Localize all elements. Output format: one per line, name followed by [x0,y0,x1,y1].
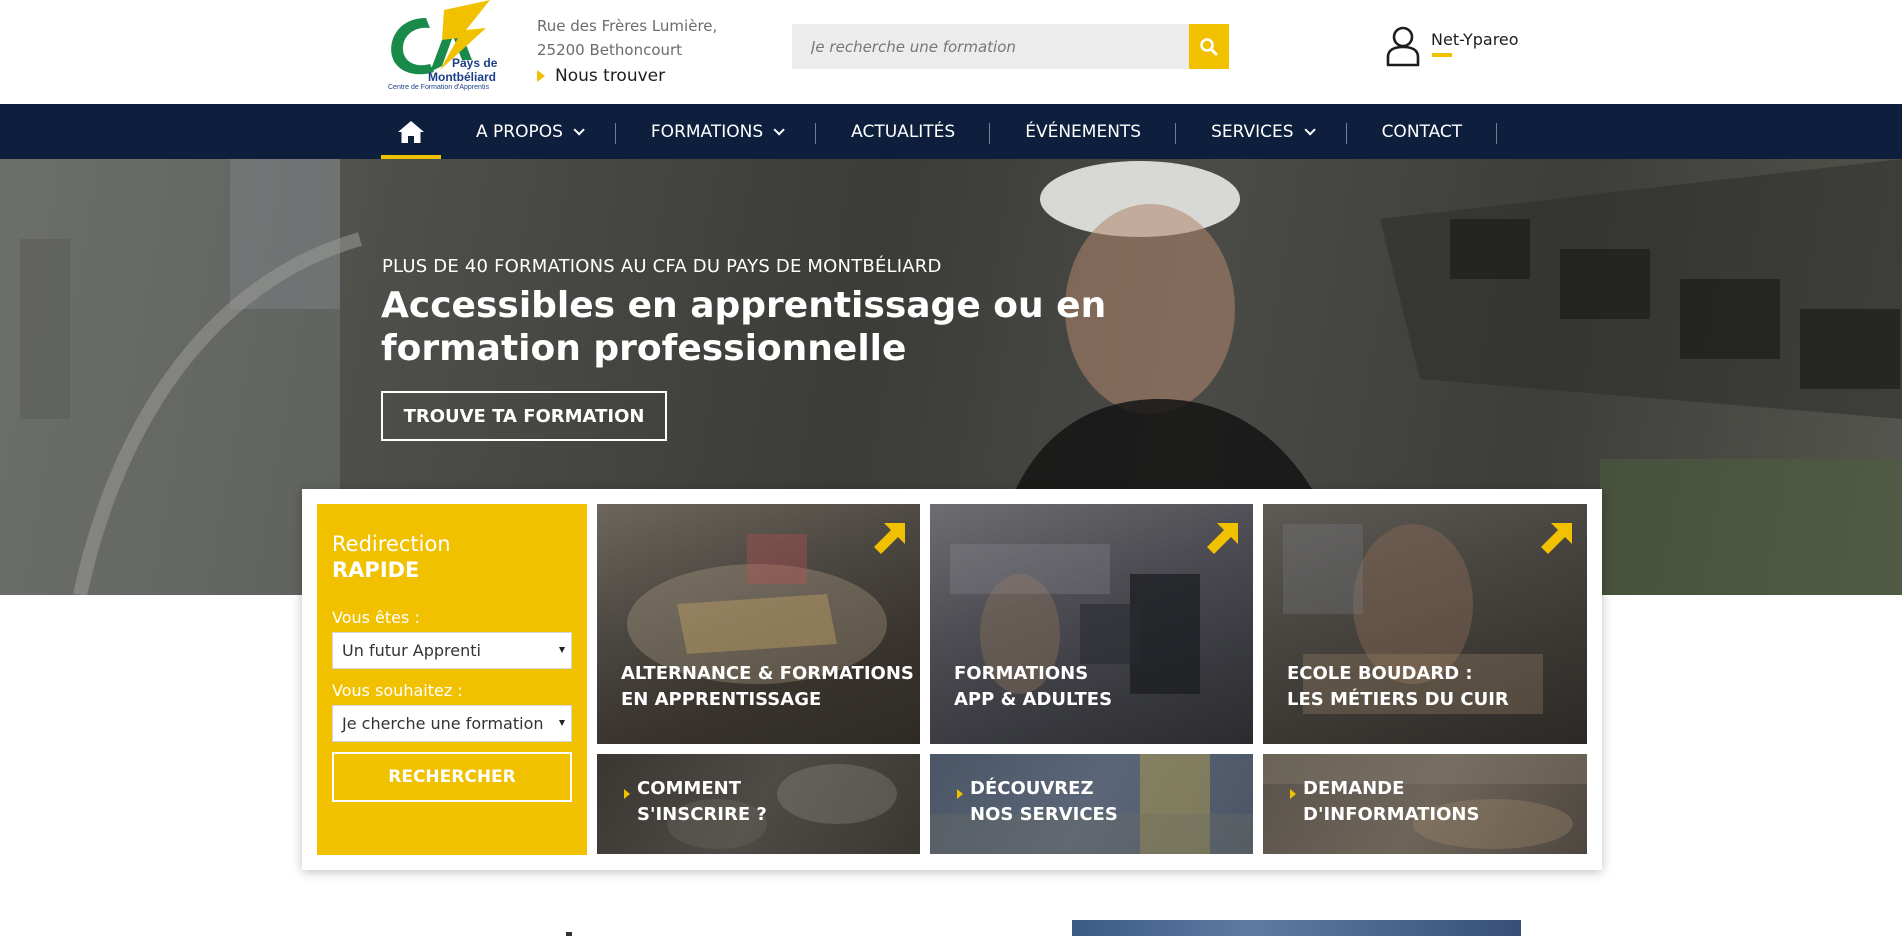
wish-label: Vous souhaitez : [332,681,463,700]
nav-item-evenements[interactable]: ÉVÉNEMENTS [990,104,1176,159]
tile-formations-line-1: FORMATIONS [954,663,1089,684]
hero-title: Accessibles en apprentissage ou en forma… [381,285,1107,369]
arrow-up-right-icon [874,523,905,554]
nav-label-services: SERVICES [1211,121,1294,142]
search-bar [792,24,1229,69]
cfa-logo[interactable]: Pays de Montbéliard Centre de Formation … [386,0,506,96]
magnifier-icon [1200,37,1218,55]
tile-demande-informations-line-1: DEMANDE [1303,778,1405,799]
nav-label-formations: FORMATIONS [650,121,764,142]
address: Rue des Frères Lumière, 25200 Bethoncour… [537,14,717,62]
nav-label-evenements: ÉVÉNEMENTS [1025,121,1142,142]
select-caret-icon [559,647,565,653]
home-icon [398,120,424,143]
nav-item-contact[interactable]: CONTACT [1347,104,1498,159]
user-icon [1386,26,1420,67]
tile-alternance[interactable]: ALTERNANCE & FORMATIONS EN APPRENTISSAGE [597,504,920,744]
tile-demande-informations-line-2: D'INFORMATIONS [1303,804,1480,825]
profile-select[interactable]: Un futur Apprenti [332,632,572,669]
chevron-down-icon [1304,123,1316,136]
tile-alternance-line-1: ALTERNANCE & FORMATIONS [621,663,914,684]
wish-select-value: Je cherche une formation [342,714,544,733]
logo-text-montbeliard: Montbéliard [428,70,496,84]
play-arrow-icon [537,70,545,82]
arrow-up-right-icon [1207,523,1238,554]
chevron-down-icon [573,123,585,136]
net-ypareo-label: Net-Ypareo [1431,25,1519,57]
tile-ecole-boudard[interactable]: ECOLE BOUDARD : LES MÉTIERS DU CUIR [1263,504,1587,744]
tile-comment-sinscrire-line-2: S'INSCRIRE ? [637,804,767,825]
logo-text-pays: Pays de [452,56,498,70]
chevron-down-icon [773,123,785,136]
play-arrow-icon [624,789,630,799]
tile-ecole-boudard-line-1: ECOLE BOUDARD : [1287,663,1473,684]
tile-alternance-line-2: EN APPRENTISSAGE [621,689,822,710]
tile-decouvrez-services-line-2: NOS SERVICES [970,804,1118,825]
play-arrow-icon [957,789,963,799]
nav-item-formations[interactable]: FORMATIONS [616,104,817,159]
redirect-title: Redirection [332,532,451,556]
main-nav: A PROPOS FORMATIONS ACTUALITÉS ÉVÉNEMENT… [0,104,1902,159]
redirect-subtitle: RAPIDE [332,558,420,582]
nav-home[interactable] [381,104,441,159]
find-us-link[interactable]: Nous trouver [537,66,665,86]
find-us-label: Nous trouver [555,66,666,86]
nav-item-services[interactable]: SERVICES [1176,104,1348,159]
net-ypareo-link[interactable]: Net-Ypareo [1385,25,1519,67]
wish-select[interactable]: Je cherche une formation [332,705,572,742]
tile-ecole-boudard-line-2: LES MÉTIERS DU CUIR [1287,689,1509,710]
search-input[interactable] [792,24,1189,69]
tile-decouvrez-services[interactable]: DÉCOUVREZ NOS SERVICES [930,754,1253,854]
search-button[interactable] [1189,24,1229,69]
quick-access-panel: Redirection RAPIDE Vous êtes : Un futur … [302,489,1602,870]
logo-tagline: Centre de Formation d'Apprentis [388,84,489,91]
address-line-1: Rue des Frères Lumière, [537,17,718,35]
tile-comment-sinscrire-line-1: COMMENT [637,778,741,799]
profile-label: Vous êtes : [332,608,420,627]
tile-demande-informations[interactable]: DEMANDE D'INFORMATIONS [1263,754,1587,854]
site-header: Pays de Montbéliard Centre de Formation … [0,0,1902,104]
hero-kicker: PLUS DE 40 FORMATIONS AU CFA DU PAYS DE … [382,256,942,277]
rechercher-button[interactable]: RECHERCHER [332,752,572,802]
find-training-button[interactable]: TROUVE TA FORMATION [381,391,667,441]
nav-item-a-propos[interactable]: A PROPOS [441,104,616,159]
nav-label-a-propos: A PROPOS [476,121,563,142]
section-heading-fragment [566,932,572,936]
select-caret-icon [559,720,565,726]
tile-decouvrez-services-line-1: DÉCOUVREZ [970,778,1094,799]
play-arrow-icon [1290,789,1296,799]
address-line-2: 25200 Bethoncourt [537,41,683,59]
tile-formations-line-2: APP & ADULTES [954,689,1113,710]
profile-select-value: Un futur Apprenti [342,641,481,660]
nav-label-actualites: ACTUALITÉS [851,121,956,142]
tile-formations[interactable]: FORMATIONS APP & ADULTES [930,504,1253,744]
quick-redirect-box: Redirection RAPIDE Vous êtes : Un futur … [317,504,587,855]
nav-item-actualites[interactable]: ACTUALITÉS [816,104,991,159]
tile-comment-sinscrire[interactable]: COMMENT S'INSCRIRE ? [597,754,920,854]
arrow-up-right-icon [1541,523,1572,554]
nav-label-contact: CONTACT [1381,121,1463,142]
below-fold-image [1072,920,1521,936]
